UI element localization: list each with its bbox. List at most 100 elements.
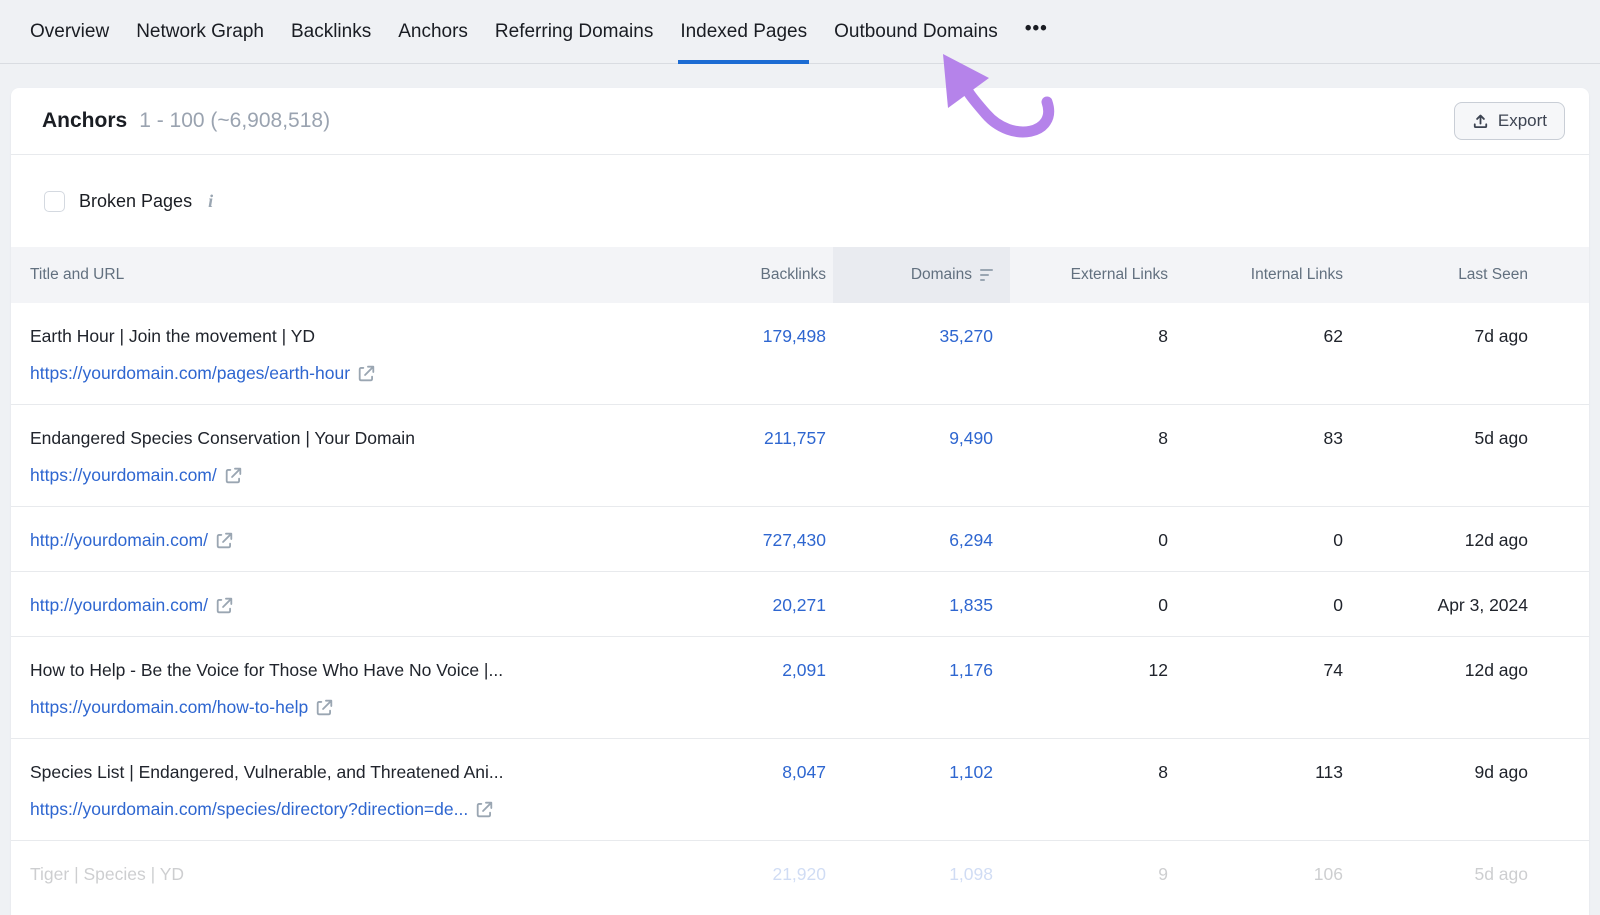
page-url-link[interactable]: http://yourdomain.com/	[30, 528, 208, 552]
table-row: http://yourdomain.com/ 20,271 1,835 0 0 …	[11, 572, 1589, 637]
nav-tab-label: Overview	[30, 21, 109, 43]
backlinks-cell: 8,047	[683, 760, 833, 784]
column-header-internal-links[interactable]: Internal Links	[1171, 247, 1351, 303]
page-url-link[interactable]: https://yourdomain.com/how-to-help	[30, 695, 308, 719]
nav-tab-anchors[interactable]: Anchors	[398, 0, 468, 64]
backlinks-value[interactable]: 727,430	[763, 530, 826, 550]
last-seen-cell: 9d ago	[1351, 760, 1589, 784]
page-title: Earth Hour | Join the movement | YD	[30, 324, 683, 348]
domains-cell: 1,098	[833, 862, 1010, 886]
internal-links-cell: 113	[1171, 760, 1351, 784]
export-icon	[1472, 113, 1489, 130]
more-tabs-button[interactable]: •••	[1025, 18, 1048, 46]
last-seen-cell: 12d ago	[1351, 658, 1589, 682]
card-header: Anchors 1 - 100 (~6,908,518) Export	[11, 88, 1589, 155]
nav-tab-label: Outbound Domains	[834, 21, 998, 43]
page-url: http://yourdomain.com/	[30, 593, 683, 617]
page-url: https://yourdomain.com/pages/earth-hour	[30, 361, 683, 385]
domains-value[interactable]: 1,835	[949, 595, 993, 615]
filter-row: Broken Pages i	[11, 155, 1589, 247]
column-header-last-seen[interactable]: Last Seen	[1351, 247, 1589, 303]
external-links-cell: 8	[1010, 760, 1171, 784]
external-links-cell: 0	[1010, 593, 1171, 617]
domains-value[interactable]: 1,176	[949, 660, 993, 680]
backlinks-value[interactable]: 20,271	[772, 595, 826, 615]
export-button[interactable]: Export	[1454, 102, 1565, 140]
backlinks-value[interactable]: 211,757	[764, 428, 826, 448]
title-url-cell: http://yourdomain.com/	[11, 528, 683, 552]
domains-cell: 1,102	[833, 760, 1010, 784]
nav-tab-backlinks[interactable]: Backlinks	[291, 0, 371, 64]
nav-tab-outbound-domains[interactable]: Outbound Domains	[834, 0, 998, 64]
external-link-icon[interactable]	[225, 467, 242, 484]
nav-tab-overview[interactable]: Overview	[30, 0, 109, 64]
title-url-cell: Earth Hour | Join the movement | YD http…	[11, 324, 683, 385]
backlinks-value[interactable]: 2,091	[782, 660, 826, 680]
nav-tab-label: Backlinks	[291, 21, 371, 43]
page-url: https://yourdomain.com/how-to-help	[30, 695, 683, 719]
info-icon[interactable]: i	[208, 191, 213, 212]
nav-tab-label: Anchors	[398, 21, 468, 43]
nav-tab-label: Referring Domains	[495, 21, 653, 43]
last-seen-cell: Apr 3, 2024	[1351, 593, 1589, 617]
card-title: Anchors	[42, 109, 127, 133]
external-link-icon[interactable]	[216, 597, 233, 614]
page-url: https://yourdomain.com/species/directory…	[30, 797, 683, 821]
internal-links-cell: 106	[1171, 862, 1351, 886]
backlinks-cell: 21,920	[683, 862, 833, 886]
sort-descending-icon	[980, 269, 993, 281]
page-url-link[interactable]: http://yourdomain.com/	[30, 593, 208, 617]
table-row: Tiger | Species | YD 21,920 1,098 9 106 …	[11, 841, 1589, 915]
page-url-link[interactable]: https://yourdomain.com/pages/earth-hour	[30, 361, 350, 385]
domains-value[interactable]: 35,270	[939, 326, 993, 346]
backlinks-cell: 2,091	[683, 658, 833, 682]
backlinks-cell: 20,271	[683, 593, 833, 617]
domains-value[interactable]: 1,102	[949, 762, 993, 782]
nav-tab-network-graph[interactable]: Network Graph	[136, 0, 264, 64]
table-row: Species List | Endangered, Vulnerable, a…	[11, 739, 1589, 841]
title-url-cell: http://yourdomain.com/	[11, 593, 683, 617]
domains-value[interactable]: 6,294	[949, 530, 993, 550]
backlinks-cell: 727,430	[683, 528, 833, 552]
external-links-cell: 12	[1010, 658, 1171, 682]
backlinks-value[interactable]: 179,498	[763, 326, 826, 346]
domains-value[interactable]: 9,490	[949, 428, 993, 448]
nav-tab-referring-domains[interactable]: Referring Domains	[495, 0, 653, 64]
table-body: Earth Hour | Join the movement | YD http…	[11, 303, 1589, 915]
page-url: https://yourdomain.com/	[30, 463, 683, 487]
domains-value[interactable]: 1,098	[949, 864, 993, 884]
table-row: http://yourdomain.com/ 727,430 6,294 0 0…	[11, 507, 1589, 572]
table-row: Earth Hour | Join the movement | YD http…	[11, 303, 1589, 405]
external-links-cell: 0	[1010, 528, 1171, 552]
external-link-icon[interactable]	[358, 365, 375, 382]
external-link-icon[interactable]	[316, 699, 333, 716]
page-url-link[interactable]: https://yourdomain.com/	[30, 463, 217, 487]
table-row: How to Help - Be the Voice for Those Who…	[11, 637, 1589, 739]
title-url-cell: Species List | Endangered, Vulnerable, a…	[11, 760, 683, 821]
column-header-backlinks[interactable]: Backlinks	[683, 247, 833, 303]
domains-cell: 35,270	[833, 324, 1010, 348]
backlinks-value[interactable]: 21,920	[772, 864, 826, 884]
external-link-icon[interactable]	[216, 532, 233, 549]
page-url: http://yourdomain.com/	[30, 528, 683, 552]
page-title: Tiger | Species | YD	[30, 862, 683, 886]
result-range: 1 - 100 (~6,908,518)	[139, 109, 330, 133]
internal-links-cell: 83	[1171, 426, 1351, 450]
column-header-title-url[interactable]: Title and URL	[11, 247, 683, 303]
report-tabs-bar: Overview Network Graph Backlinks Anchors…	[0, 0, 1600, 64]
column-header-domains[interactable]: Domains	[833, 247, 1010, 303]
domains-cell: 1,176	[833, 658, 1010, 682]
table-row: Endangered Species Conservation | Your D…	[11, 405, 1589, 507]
broken-pages-checkbox[interactable]	[44, 191, 65, 212]
backlinks-cell: 179,498	[683, 324, 833, 348]
title-url-cell: Endangered Species Conservation | Your D…	[11, 426, 683, 487]
nav-tab-indexed-pages[interactable]: Indexed Pages	[680, 0, 807, 64]
backlinks-value[interactable]: 8,047	[782, 762, 826, 782]
nav-tab-label: Indexed Pages	[680, 21, 807, 43]
nav-tab-label: Network Graph	[136, 21, 264, 43]
last-seen-cell: 5d ago	[1351, 862, 1589, 886]
external-link-icon[interactable]	[476, 801, 493, 818]
page-url-link[interactable]: https://yourdomain.com/species/directory…	[30, 797, 468, 821]
column-header-external-links[interactable]: External Links	[1010, 247, 1171, 303]
domains-cell: 6,294	[833, 528, 1010, 552]
